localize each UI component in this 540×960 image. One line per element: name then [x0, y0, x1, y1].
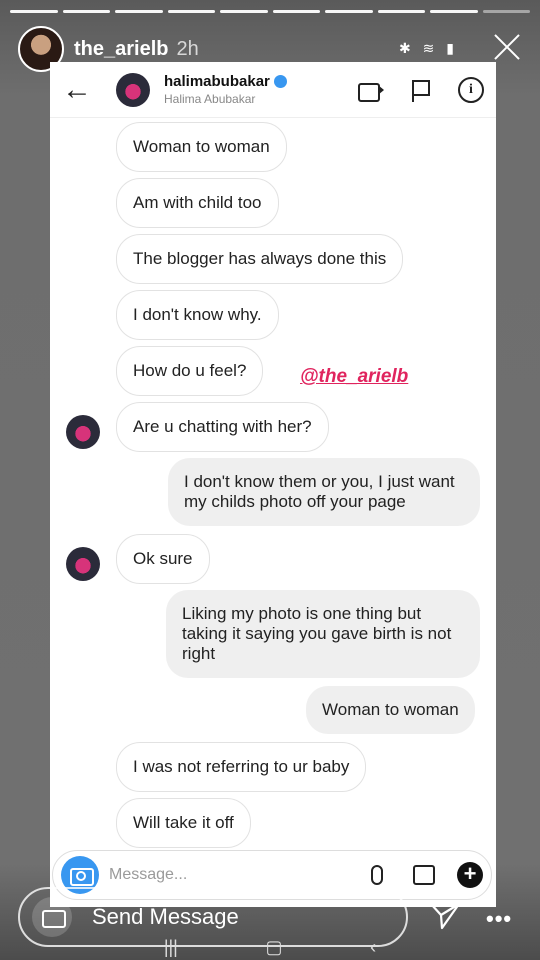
dm-names: halimabubakar Halima Abubakar	[164, 73, 287, 106]
nav-back-icon[interactable]: ‹	[370, 937, 376, 958]
send-message-label[interactable]: Send Message	[92, 904, 239, 930]
back-arrow-icon[interactable]: ←	[62, 73, 102, 107]
more-icon[interactable]: •••	[486, 906, 512, 932]
story-progress-bars	[10, 10, 530, 13]
close-icon[interactable]	[492, 32, 522, 62]
message-bubble-in: Woman to woman	[116, 122, 287, 172]
message-thread: Woman to woman Am with child too The blo…	[50, 118, 496, 853]
info-icon[interactable]: i	[458, 76, 484, 103]
message-bubble-in: How do u feel?	[116, 346, 264, 396]
message-bubble-out: I don't know them or you, I just want my…	[168, 458, 480, 526]
message-bubble-in: I was not referring to ur baby	[116, 742, 367, 792]
message-bubble-out: Liking my photo is one thing but taking …	[166, 590, 480, 678]
reply-camera-icon[interactable]	[32, 897, 72, 937]
status-bar-icons: ✱ ≋ ▮	[399, 40, 458, 56]
home-icon[interactable]: ▢	[265, 937, 282, 958]
message-bubble-in: Am with child too	[116, 178, 279, 228]
message-input[interactable]: Message...	[109, 866, 371, 884]
story-timestamp: 2h	[176, 37, 199, 60]
story-username[interactable]: the_arielb	[74, 38, 168, 61]
message-bubble-in: The blogger has always done this	[116, 234, 404, 284]
dm-header: ← halimabubakar Halima Abubakar i	[50, 62, 496, 118]
message-bubble-in: Ok sure	[116, 534, 210, 584]
gallery-icon[interactable]	[413, 865, 435, 885]
message-bubble-in: Will take it off	[116, 798, 251, 848]
message-bubble-in: Are u chatting with her?	[116, 402, 329, 452]
dm-screenshot: ← halimabubakar Halima Abubakar i Woman …	[50, 62, 496, 907]
recent-apps-icon[interactable]: |||	[164, 937, 178, 958]
android-nav-bar: ||| ▢ ‹	[0, 936, 540, 958]
dm-full-name: Halima Abubakar	[164, 92, 256, 106]
sender-avatar	[66, 415, 100, 449]
verified-badge-icon	[273, 75, 287, 88]
flag-icon[interactable]	[408, 77, 434, 103]
send-icon[interactable]	[428, 898, 462, 932]
sender-avatar	[66, 547, 100, 581]
microphone-icon[interactable]	[371, 865, 383, 885]
dm-avatar[interactable]	[116, 72, 150, 107]
message-bubble-in: I don't know why.	[116, 290, 279, 340]
watermark-handle: @the_arielb	[300, 366, 409, 387]
message-bubble-out: Woman to woman	[306, 686, 475, 734]
video-call-icon[interactable]	[358, 77, 384, 103]
dm-actions: i	[358, 76, 484, 103]
plus-icon[interactable]: +	[457, 862, 483, 888]
dm-handle[interactable]: halimabubakar	[164, 73, 270, 90]
